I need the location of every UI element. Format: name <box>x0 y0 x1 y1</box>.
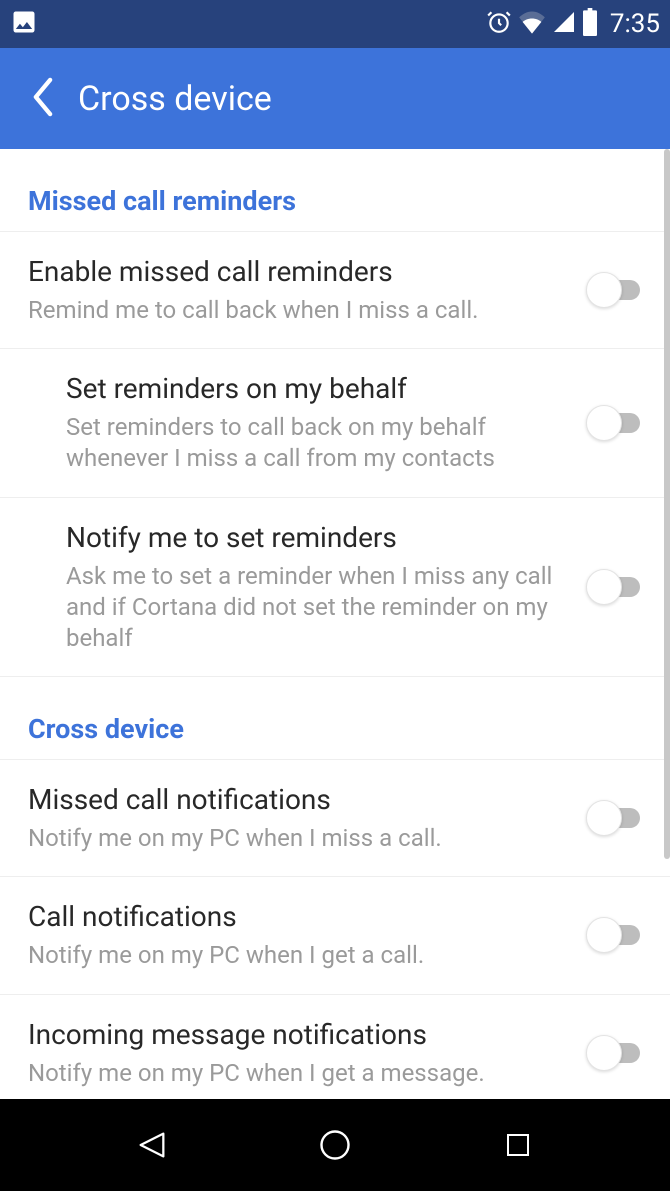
setting-title: Missed call notifications <box>28 782 574 817</box>
setting-desc: Notify me on my PC when I get a call. <box>28 940 574 971</box>
toggle-notify-set-reminders[interactable] <box>586 568 650 606</box>
setting-call-notifications[interactable]: Call notifications Notify me on my PC wh… <box>0 877 670 994</box>
toggle-incoming-message-notifications[interactable] <box>586 1034 650 1072</box>
setting-title: Notify me to set reminders <box>66 520 574 555</box>
setting-desc: Set reminders to call back on my behalf … <box>66 412 574 474</box>
signal-icon <box>552 10 576 38</box>
toggle-missed-call-notifications[interactable] <box>586 799 650 837</box>
nav-recent-button[interactable] <box>496 1123 540 1167</box>
setting-desc: Remind me to call back when I miss a cal… <box>28 295 574 326</box>
status-bar: 7:35 <box>0 0 670 48</box>
status-left <box>10 8 38 40</box>
app-header: Cross device <box>0 48 670 149</box>
setting-desc: Ask me to set a reminder when I miss any… <box>66 561 574 655</box>
nav-home-button[interactable] <box>313 1123 357 1167</box>
setting-set-reminders-behalf[interactable]: Set reminders on my behalf Set reminders… <box>0 349 670 497</box>
alarm-icon <box>486 9 512 39</box>
setting-title: Call notifications <box>28 899 574 934</box>
status-time: 7:35 <box>610 9 660 39</box>
nav-back-button[interactable] <box>130 1123 174 1167</box>
setting-enable-missed-reminders[interactable]: Enable missed call reminders Remind me t… <box>0 232 670 349</box>
setting-notify-set-reminders[interactable]: Notify me to set reminders Ask me to set… <box>0 498 670 678</box>
image-notification-icon <box>10 8 38 40</box>
settings-content[interactable]: Missed call reminders Enable missed call… <box>0 149 670 1099</box>
wifi-icon <box>518 10 546 38</box>
toggle-set-reminders-behalf[interactable] <box>586 404 650 442</box>
section-header-missed: Missed call reminders <box>0 149 670 232</box>
setting-incoming-message-notifications[interactable]: Incoming message notifications Notify me… <box>0 995 670 1100</box>
setting-desc: Notify me on my PC when I miss a call. <box>28 823 574 854</box>
setting-desc: Notify me on my PC when I get a message. <box>28 1058 574 1089</box>
status-right: 7:35 <box>486 8 660 40</box>
toggle-call-notifications[interactable] <box>586 916 650 954</box>
page-title: Cross device <box>78 79 272 119</box>
navigation-bar <box>0 1099 670 1191</box>
setting-title: Incoming message notifications <box>28 1017 574 1052</box>
back-icon[interactable] <box>30 77 56 121</box>
toggle-enable-missed-reminders[interactable] <box>586 271 650 309</box>
battery-icon <box>582 8 598 40</box>
section-header-cross-device: Cross device <box>0 677 670 760</box>
setting-missed-call-notifications[interactable]: Missed call notifications Notify me on m… <box>0 760 670 877</box>
setting-title: Set reminders on my behalf <box>66 371 574 406</box>
setting-title: Enable missed call reminders <box>28 254 574 289</box>
scroll-indicator[interactable] <box>664 149 670 859</box>
